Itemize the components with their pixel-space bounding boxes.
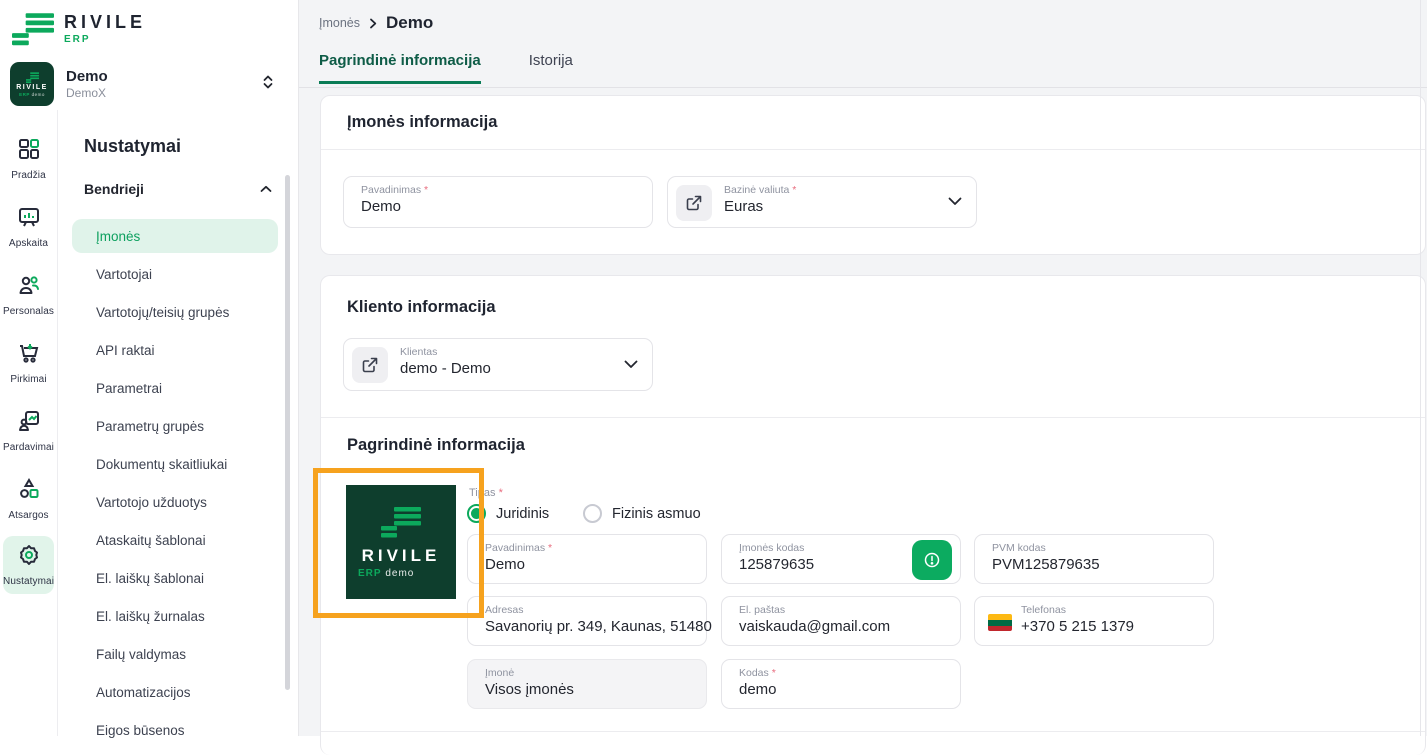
- tab-istorija[interactable]: Istorija: [529, 52, 573, 84]
- gear-icon: [17, 543, 41, 572]
- sidebar-group-bendrieji[interactable]: Bendrieji: [84, 181, 272, 197]
- sidebar-item-vartotojo-uzduotys[interactable]: Vartotojo užduotys: [72, 485, 278, 519]
- rivile-logo-mark-icon: [12, 12, 54, 53]
- tab-bar: Pagrindinė informacija Istorija: [319, 52, 573, 84]
- section-divider: [321, 417, 1425, 418]
- rail-item-pirkimai[interactable]: Pirkimai: [3, 334, 54, 392]
- cart-icon: [17, 341, 41, 370]
- page-header: Įmonės Demo Pagrindinė informacija Istor…: [299, 0, 1427, 88]
- brand-name: RIVILE: [64, 12, 147, 32]
- rivile-logo-mark-icon: [25, 71, 39, 83]
- rail-item-personalas[interactable]: Personalas: [3, 266, 54, 324]
- lithuania-flag-icon[interactable]: [988, 614, 1012, 631]
- rail-divider: [57, 110, 58, 736]
- imone-field: Įmonė Visos įmonės: [467, 659, 707, 709]
- el-pastas-field[interactable]: El. paštas vaiskauda@gmail.com: [721, 596, 961, 646]
- kodas-field[interactable]: Kodas * demo: [721, 659, 961, 709]
- sidebar-item-el-laisku-zurnalas[interactable]: El. laiškų žurnalas: [72, 599, 278, 633]
- page-title: Demo: [386, 13, 434, 32]
- section-heading-imones-informacija: Įmonės informacija: [347, 113, 498, 131]
- main-content: Įmonės Demo Pagrindinė informacija Istor…: [299, 0, 1427, 755]
- chevron-right-icon: [370, 18, 377, 28]
- breadcrumb: Įmonės Demo: [319, 13, 433, 33]
- section-heading-pagrindine-informacija: Pagrindinė informacija: [347, 436, 525, 454]
- tipas-label: Tipas *: [469, 487, 503, 499]
- main-pavadinimas-field[interactable]: Pavadinimas * Demo: [467, 534, 707, 584]
- klientas-select[interactable]: Klientas demo - Demo: [343, 338, 653, 391]
- company-code: DemoX: [66, 86, 107, 100]
- imones-kodas-field[interactable]: Įmonės kodas 125879635: [721, 534, 961, 584]
- bazine-valiuta-select[interactable]: Bazinė valiuta * Euras: [667, 176, 977, 228]
- radio-fizinis-asmuo[interactable]: Fizinis asmuo: [583, 504, 701, 523]
- sidebar-item-failu-valdymas[interactable]: Failų valdymas: [72, 637, 278, 671]
- rivile-logo-mark-icon: [381, 506, 421, 537]
- radio-juridinis[interactable]: Juridinis: [467, 504, 549, 523]
- select-updown-icon: [262, 74, 274, 95]
- sidebar-item-vartotojai[interactable]: Vartotojai: [72, 257, 278, 291]
- company-logo-tile: RIVILE ERP demo: [10, 62, 54, 106]
- registry-check-button[interactable]: [912, 540, 952, 580]
- sidebar-item-parametrai[interactable]: Parametrai: [72, 371, 278, 405]
- company-selector[interactable]: RIVILE ERP demo Demo DemoX: [10, 60, 288, 108]
- external-link-icon: [686, 195, 702, 211]
- telefonas-field[interactable]: Telefonas +370 5 215 1379: [974, 596, 1214, 646]
- nav-rail: Pradžia Apskaita Personalas Pirkimai Par…: [0, 0, 57, 736]
- chevron-down-icon: [624, 356, 638, 374]
- dashboard-icon: [17, 137, 41, 166]
- chevron-down-icon: [948, 193, 962, 211]
- radio-selected-icon: [467, 504, 486, 523]
- sidebar-title: Nustatymai: [84, 136, 182, 156]
- sidebar-item-api-raktai[interactable]: API raktai: [72, 333, 278, 367]
- client-main-info-card: Kliento informacija Klientas demo - Demo…: [320, 275, 1426, 755]
- accounting-board-icon: [17, 205, 41, 234]
- exclamation-circle-icon: [924, 552, 940, 568]
- rail-item-pradzia[interactable]: Pradžia: [3, 130, 54, 188]
- sidebar-item-parametru-grupes[interactable]: Parametrų grupės: [72, 409, 278, 443]
- adresas-field[interactable]: Adresas Savanorių pr. 349, Kaunas, 51480: [467, 596, 712, 646]
- chevron-up-icon: [260, 185, 272, 192]
- sidebar-scrollbar[interactable]: [285, 175, 290, 690]
- external-link-icon: [362, 357, 378, 373]
- pavadinimas-field[interactable]: Pavadinimas * Demo: [343, 176, 653, 228]
- sidebar-item-automatizacijos[interactable]: Automatizacijos: [72, 675, 278, 709]
- sidebar-divider: [298, 0, 299, 736]
- rail-item-apskaita[interactable]: Apskaita: [3, 198, 54, 256]
- main-scrollbar-track[interactable]: [1420, 0, 1421, 736]
- shapes-icon: [17, 477, 41, 506]
- rail-item-atsargos[interactable]: Atsargos: [3, 470, 54, 528]
- settings-sidebar: Nustatymai Bendrieji Įmonės Vartotojai V…: [57, 110, 298, 738]
- section-divider: [321, 731, 1425, 732]
- radio-unselected-icon: [583, 504, 602, 523]
- company-logo-image: RIVILE ERP demo: [346, 485, 456, 599]
- app-logo[interactable]: RIVILE ERP: [12, 12, 146, 53]
- pvm-kodas-field[interactable]: PVM kodas PVM125879635: [974, 534, 1214, 584]
- brand-header: RIVILE ERP RIVILE ERP demo Demo DemoX: [0, 0, 298, 110]
- sidebar-item-imones[interactable]: Įmonės: [72, 219, 278, 253]
- sidebar-item-eigos-busenos[interactable]: Eigos būsenos: [72, 713, 278, 747]
- sidebar-item-el-laisku-sablonai[interactable]: El. laiškų šablonai: [72, 561, 278, 595]
- sidebar-item-ataskaitu-sablonai[interactable]: Ataskaitų šablonai: [72, 523, 278, 557]
- section-heading-kliento-informacija: Kliento informacija: [347, 298, 496, 316]
- sidebar-item-vartotoju-teisiu-grupes[interactable]: Vartotojų/teisių grupės: [72, 295, 278, 329]
- sales-chart-icon: [17, 409, 41, 438]
- company-name: Demo: [66, 68, 108, 85]
- brand-sub: ERP: [64, 34, 91, 45]
- sidebar-item-dokumentu-skaitliukai[interactable]: Dokumentų skaitliukai: [72, 447, 278, 481]
- breadcrumb-parent[interactable]: Įmonės: [319, 16, 360, 30]
- rail-item-nustatymai[interactable]: Nustatymai: [3, 536, 54, 594]
- company-info-card: Įmonės informacija Pavadinimas * Demo Ba…: [320, 95, 1426, 255]
- rail-item-pardavimai[interactable]: Pardavimai: [3, 402, 54, 460]
- tab-pagrindine-informacija[interactable]: Pagrindinė informacija: [319, 52, 481, 84]
- people-icon: [17, 273, 41, 302]
